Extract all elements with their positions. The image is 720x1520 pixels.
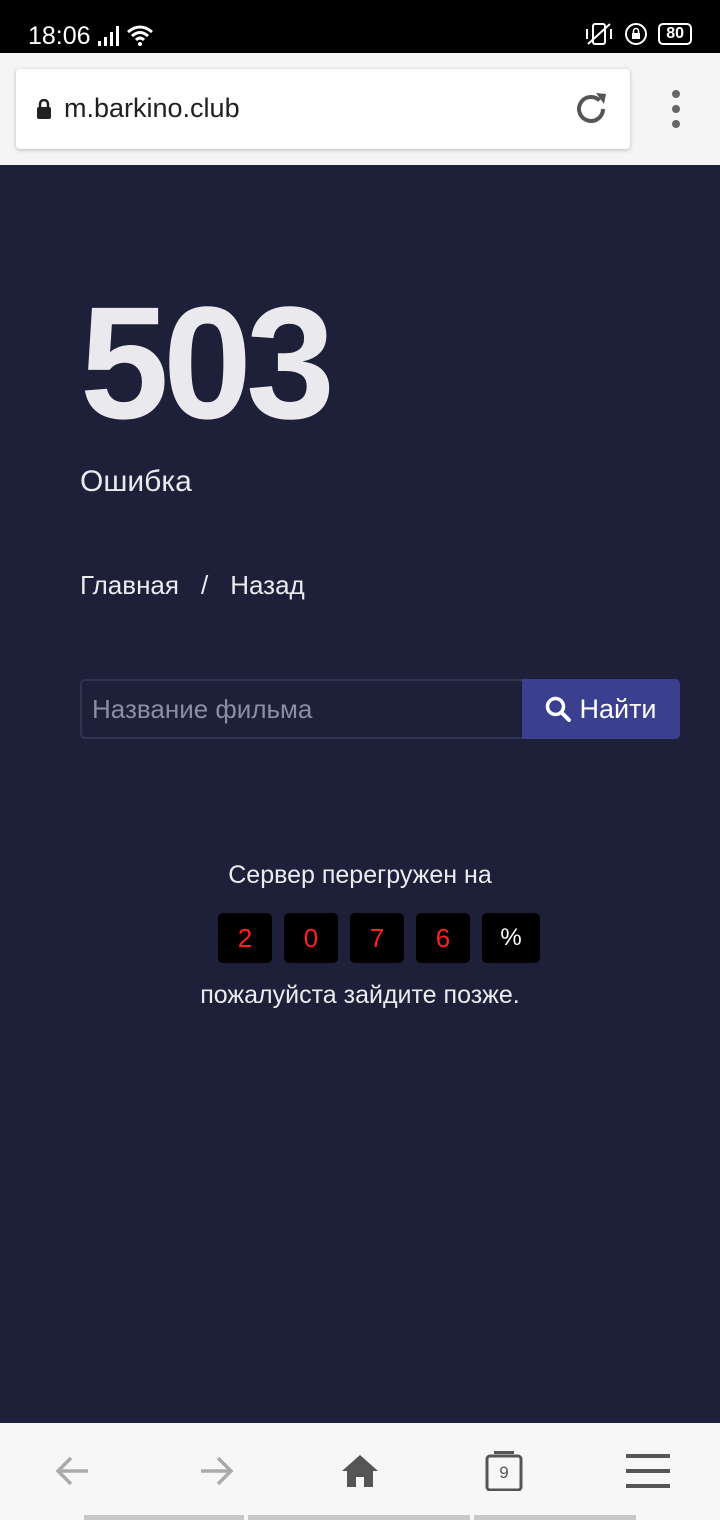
load-digit: 2 bbox=[218, 913, 272, 963]
nav-divider bbox=[248, 1515, 470, 1520]
battery-indicator: 80 bbox=[658, 23, 692, 45]
arrow-right-icon[interactable] bbox=[197, 1449, 235, 1493]
breadcrumb-home-link[interactable]: Главная bbox=[80, 570, 179, 601]
page-content: 503 Ошибка Главная / Назад Найти Сервер … bbox=[0, 165, 720, 1423]
search-input[interactable] bbox=[80, 679, 522, 739]
error-code: 503 bbox=[80, 273, 335, 452]
nav-divider bbox=[474, 1515, 636, 1520]
search-button-label: Найти bbox=[579, 693, 657, 724]
signal-icon bbox=[98, 26, 119, 46]
wifi-icon bbox=[127, 25, 153, 46]
vibrate-icon bbox=[586, 23, 613, 45]
tab-count: 9 bbox=[499, 1463, 509, 1482]
load-prefix-text: Сервер перегружен на bbox=[228, 861, 492, 889]
load-digit: 6 bbox=[416, 913, 470, 963]
status-right-icons: 80 bbox=[584, 22, 692, 46]
lock-icon bbox=[37, 99, 51, 119]
load-percent-sign: % bbox=[482, 913, 540, 963]
load-digit: 0 bbox=[284, 913, 338, 963]
load-suffix-text: пожалуйста зайдите позже. bbox=[200, 981, 520, 1009]
url-text[interactable]: m.barkino.club bbox=[64, 93, 240, 124]
browser-toolbar: m.barkino.club bbox=[0, 53, 720, 165]
address-bar[interactable]: m.barkino.club bbox=[16, 69, 630, 149]
status-bar: 18:06 80 bbox=[0, 0, 720, 53]
reload-icon[interactable] bbox=[572, 90, 610, 128]
search-form: Найти bbox=[80, 679, 680, 739]
arrow-left-icon[interactable] bbox=[54, 1449, 92, 1493]
hamburger-menu-icon[interactable] bbox=[626, 1453, 670, 1489]
load-counter: 2 0 7 6 % bbox=[218, 913, 540, 963]
error-title: Ошибка bbox=[80, 465, 192, 498]
breadcrumb-back-link[interactable]: Назад bbox=[230, 570, 305, 601]
search-button[interactable]: Найти bbox=[522, 679, 680, 739]
breadcrumb-separator: / bbox=[200, 570, 209, 600]
rotation-lock-icon bbox=[625, 23, 648, 45]
signal-icons bbox=[98, 24, 154, 46]
home-icon[interactable] bbox=[340, 1449, 380, 1493]
tabs-button[interactable]: 9 bbox=[485, 1451, 523, 1491]
browser-bottom-bar: 9 bbox=[0, 1423, 720, 1520]
breadcrumb: Главная / Назад bbox=[80, 570, 305, 601]
more-vert-icon[interactable] bbox=[664, 89, 688, 129]
nav-divider bbox=[84, 1515, 244, 1520]
search-icon bbox=[546, 696, 572, 722]
status-time: 18:06 bbox=[28, 22, 91, 50]
load-digit: 7 bbox=[350, 913, 404, 963]
